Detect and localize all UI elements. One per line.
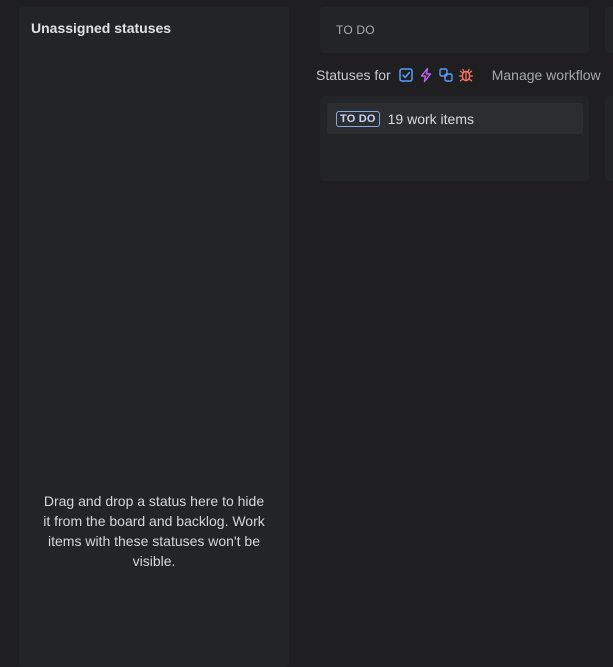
- epic-lightning-icon[interactable]: [418, 67, 434, 83]
- next-column-header-edge[interactable]: [605, 7, 613, 53]
- unassigned-statuses-title: Unassigned statuses: [31, 20, 172, 36]
- next-status-column-edge[interactable]: [605, 96, 613, 181]
- column-title: TO DO: [336, 23, 375, 37]
- status-lozenge: TO DO: [336, 110, 380, 127]
- drop-zone-hint: Drag and drop a status here to hide it f…: [43, 493, 265, 569]
- statuses-for-row: Statuses for Manage workflow: [316, 66, 601, 84]
- work-item-count: 19 work items: [387, 110, 474, 127]
- bug-icon[interactable]: [458, 67, 474, 83]
- status-card-todo[interactable]: TO DO 19 work items: [327, 103, 583, 134]
- manage-workflow-link[interactable]: Manage workflow: [492, 67, 601, 83]
- subtask-icon[interactable]: [438, 67, 454, 83]
- task-checkbox-icon[interactable]: [398, 67, 414, 83]
- todo-status-column[interactable]: TO DO 19 work items: [320, 96, 589, 181]
- statuses-for-label: Statuses for: [316, 67, 391, 83]
- todo-column-header[interactable]: TO DO: [320, 7, 589, 53]
- unassigned-statuses-panel[interactable]: Unassigned statuses Drag and drop a stat…: [19, 7, 289, 667]
